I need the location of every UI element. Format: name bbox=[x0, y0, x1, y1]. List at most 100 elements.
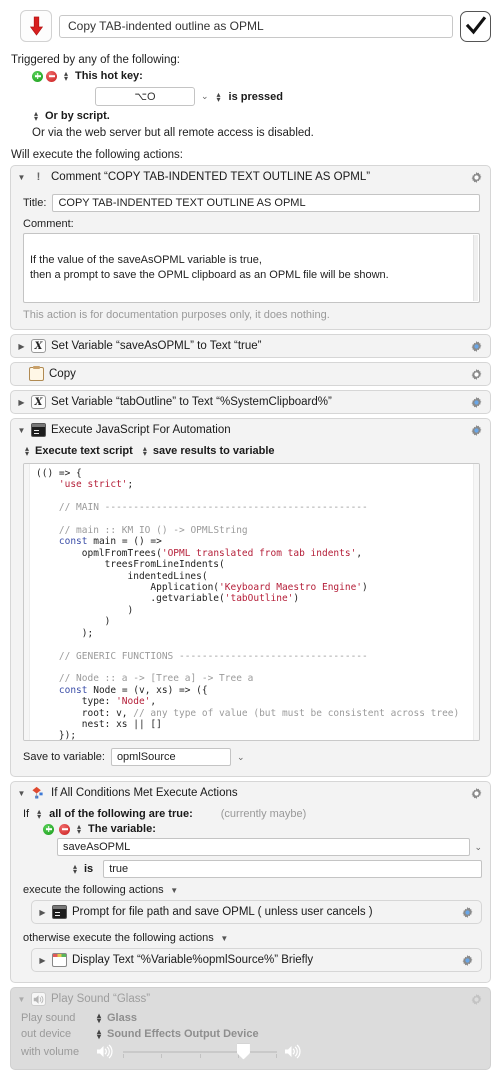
script-trigger-label: Or by script. bbox=[45, 110, 110, 122]
disclosure-triangle-icon[interactable]: ▶ bbox=[38, 908, 47, 917]
trigger-add-remove[interactable] bbox=[32, 70, 57, 82]
if-mode-stepper-icon[interactable]: ▴ ▾ bbox=[35, 808, 43, 821]
action-comment[interactable]: ▼ ! Comment “COPY TAB-INDENTED TEXT OUTL… bbox=[10, 165, 491, 330]
disclosure-triangle-icon[interactable]: ▼ bbox=[17, 173, 26, 182]
gear-icon[interactable] bbox=[470, 340, 483, 353]
condition-comparison-row: ▴ ▾ is true bbox=[43, 856, 482, 878]
comment-body-label: Comment: bbox=[23, 218, 74, 230]
script-options-row: ▴ ▾ Execute text script ▴ ▾ save results t… bbox=[23, 443, 480, 459]
disclosure-triangle-icon[interactable]: ▶ bbox=[17, 398, 26, 407]
save-to-variable-label: Save to variable: bbox=[23, 751, 105, 763]
gear-icon[interactable] bbox=[470, 396, 483, 409]
comment-title-input[interactable]: COPY TAB-INDENTED TEXT OUTLINE AS OPML bbox=[52, 194, 480, 212]
play-sound-stepper-icon[interactable]: ▴ ▾ bbox=[95, 1012, 103, 1025]
action-set-variable-taboutline-header[interactable]: ▶ X Set Variable “tabOutline” to Text “%… bbox=[11, 391, 490, 413]
play-sound-popup[interactable]: ▴ ▾ Glass bbox=[95, 1012, 480, 1025]
hotkey-input[interactable]: ⌥O bbox=[95, 87, 195, 106]
save-to-variable-row: Save to variable: opmlSource ⌄ bbox=[23, 741, 480, 768]
action-copy-header[interactable]: Copy bbox=[11, 363, 490, 385]
condition-value-input[interactable]: true bbox=[103, 860, 482, 878]
disclosure-triangle-icon[interactable]: ▶ bbox=[38, 956, 47, 965]
new-action-button[interactable]: New Action bbox=[10, 1074, 491, 1080]
action-prompt-for-file-path[interactable]: ▶ Prompt for file path and save OPML ( u… bbox=[31, 900, 482, 924]
action-execute-javascript[interactable]: ▼ Execute JavaScript For Automation ▴ ▾ E… bbox=[10, 418, 491, 777]
action-comment-header[interactable]: ▼ ! Comment “COPY TAB-INDENTED TEXT OUTL… bbox=[11, 166, 490, 188]
hotkey-value-text: ⌥O bbox=[134, 91, 156, 103]
action-prompt-header[interactable]: ▶ Prompt for file path and save OPML ( u… bbox=[32, 901, 481, 923]
action-display-text-header[interactable]: ▶ Display Text “%Variable%opmlSource%” B… bbox=[32, 949, 481, 971]
hotkey-value-row: ⌥O ⌄ ▴ ▾ is pressed bbox=[10, 82, 491, 110]
disclosure-triangle-icon[interactable]: ▶ bbox=[17, 342, 26, 351]
then-branch-label: execute the following actions bbox=[23, 884, 164, 896]
script-results-stepper-icon[interactable]: ▴ ▾ bbox=[141, 445, 149, 458]
textarea-scrollbar[interactable] bbox=[473, 235, 478, 301]
out-device-stepper-icon[interactable]: ▴ ▾ bbox=[95, 1028, 103, 1041]
disclosure-triangle-icon[interactable]: ▼ bbox=[17, 426, 26, 435]
script-kind-stepper-icon[interactable]: ▴ ▾ bbox=[23, 445, 31, 458]
script-code-editor[interactable]: (() => { 'use strict'; // MAIN ---------… bbox=[23, 463, 480, 741]
disclosure-triangle-icon[interactable]: ▼ bbox=[17, 995, 26, 1004]
add-condition-icon[interactable] bbox=[43, 823, 54, 835]
script-trigger-stepper-icon[interactable]: ▴ ▾ bbox=[32, 110, 40, 123]
then-branch-disclosure-icon[interactable]: ▼ bbox=[170, 886, 179, 895]
comment-body-value: If the value of the saveAsOPML variable … bbox=[30, 254, 389, 281]
remove-condition-icon[interactable] bbox=[59, 823, 70, 835]
action-prompt-title: Prompt for file path and save OPML ( unl… bbox=[72, 906, 373, 918]
condition-operator-stepper-icon[interactable]: ▴ ▾ bbox=[71, 863, 79, 876]
trigger-type-stepper-icon[interactable]: ▴ ▾ bbox=[62, 70, 70, 83]
comment-body-input[interactable]: If the value of the saveAsOPML variable … bbox=[23, 233, 480, 303]
if-label: If bbox=[23, 808, 30, 820]
gear-icon[interactable] bbox=[461, 906, 474, 919]
macro-name-text: Copy TAB-indented outline as OPML bbox=[68, 19, 264, 33]
condition-variable-input[interactable]: saveAsOPML bbox=[57, 838, 471, 856]
script-icon bbox=[52, 905, 67, 919]
volume-slider[interactable] bbox=[95, 1043, 480, 1060]
action-play-sound[interactable]: ▼ Play Sound “Glass” Play sound ▴ ▾ Glass… bbox=[10, 987, 491, 1070]
action-execute-javascript-title: Execute JavaScript For Automation bbox=[51, 424, 231, 436]
gear-icon[interactable] bbox=[470, 993, 483, 1006]
macro-name-input[interactable]: Copy TAB-indented outline as OPML bbox=[59, 14, 453, 38]
macro-enabled-checkbox[interactable] bbox=[460, 10, 491, 42]
actions-heading: Will execute the following actions: bbox=[11, 149, 183, 161]
gear-icon[interactable] bbox=[470, 424, 483, 437]
out-device-popup[interactable]: ▴ ▾ Sound Effects Output Device bbox=[95, 1028, 480, 1041]
volume-track[interactable] bbox=[123, 1043, 277, 1060]
comment-hint: This action is for documentation purpose… bbox=[23, 309, 330, 321]
gear-icon[interactable] bbox=[470, 171, 483, 184]
condition-type-label: The variable: bbox=[88, 823, 156, 835]
condition-variable-chevron-icon[interactable]: ⌄ bbox=[474, 842, 482, 853]
condition-type-stepper-icon[interactable]: ▴ ▾ bbox=[75, 823, 83, 836]
disclosure-triangle-icon[interactable]: ▼ bbox=[17, 789, 26, 798]
gear-icon[interactable] bbox=[461, 954, 474, 967]
gear-icon[interactable] bbox=[470, 787, 483, 800]
script-code-text[interactable]: (() => { 'use strict'; // MAIN ---------… bbox=[30, 464, 473, 740]
gear-icon[interactable] bbox=[470, 368, 483, 381]
save-to-variable-input[interactable]: opmlSource bbox=[110, 748, 231, 766]
add-trigger-icon[interactable] bbox=[32, 70, 43, 82]
action-set-variable-saveasopml-header[interactable]: ▶ X Set Variable “saveAsOPML” to Text “t… bbox=[11, 335, 490, 357]
save-to-variable-chevron-icon[interactable]: ⌄ bbox=[237, 752, 245, 763]
action-play-sound-header[interactable]: ▼ Play Sound “Glass” bbox=[11, 988, 490, 1010]
remove-trigger-icon[interactable] bbox=[46, 70, 57, 82]
action-execute-javascript-header[interactable]: ▼ Execute JavaScript For Automation bbox=[11, 419, 490, 441]
action-if-all-conditions[interactable]: ▼ If All Conditions Met Execute Actions … bbox=[10, 781, 491, 983]
condition-value: true bbox=[109, 863, 129, 875]
action-set-variable-saveasopml[interactable]: ▶ X Set Variable “saveAsOPML” to Text “t… bbox=[10, 334, 491, 358]
script-kind-popup[interactable]: ▴ ▾ Execute text script bbox=[23, 445, 133, 458]
action-execute-javascript-body: ▴ ▾ Execute text script ▴ ▾ save results t… bbox=[11, 441, 490, 776]
else-branch-disclosure-icon[interactable]: ▼ bbox=[220, 934, 229, 943]
hotkey-dropdown-chevron-icon[interactable]: ⌄ bbox=[201, 91, 209, 102]
condition-operator-label: is bbox=[84, 863, 94, 875]
action-if-header[interactable]: ▼ If All Conditions Met Execute Actions bbox=[11, 782, 490, 804]
script-results-label: save results to variable bbox=[152, 445, 275, 457]
clipboard-icon bbox=[29, 366, 44, 381]
red-down-arrow-icon[interactable] bbox=[20, 10, 52, 42]
action-set-variable-taboutline[interactable]: ▶ X Set Variable “tabOutline” to Text “%… bbox=[10, 390, 491, 414]
action-copy[interactable]: Copy bbox=[10, 362, 491, 386]
hotkey-condition-stepper-icon[interactable]: ▴ ▾ bbox=[215, 90, 223, 103]
script-results-popup[interactable]: ▴ ▾ save results to variable bbox=[141, 445, 275, 458]
else-branch-label: otherwise execute the following actions bbox=[23, 932, 214, 944]
code-right-gutter[interactable] bbox=[473, 464, 479, 740]
speaker-glyph bbox=[33, 995, 44, 1004]
action-display-text[interactable]: ▶ Display Text “%Variable%opmlSource%” B… bbox=[31, 948, 482, 972]
